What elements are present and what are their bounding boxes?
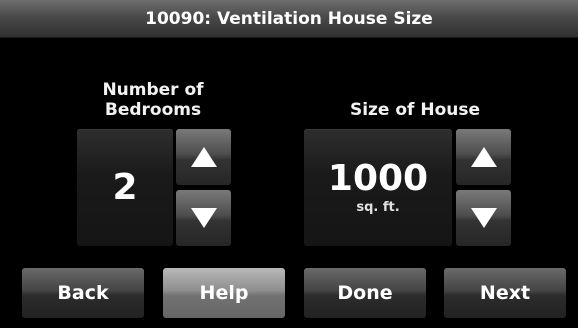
house-size-label-text: Size of House [349, 100, 481, 120]
arrow-down-icon [190, 208, 217, 228]
done-button-label: Done [337, 282, 393, 304]
page-title: 10090: Ventilation House Size [145, 8, 433, 29]
house-size-unit: sq. ft. [356, 200, 400, 215]
bedrooms-up-button[interactable] [176, 129, 231, 185]
house-size-value: 1000 [327, 158, 429, 199]
next-button-label: Next [479, 282, 531, 304]
next-button[interactable]: Next [444, 268, 566, 318]
bedrooms-value: 2 [112, 166, 138, 208]
arrow-down-icon [470, 208, 497, 228]
bedrooms-down-button[interactable] [176, 190, 231, 246]
title-bar: 10090: Ventilation House Size [0, 0, 578, 38]
help-button-label: Help [199, 282, 249, 304]
arrow-up-icon [470, 147, 497, 167]
house-size-up-button[interactable] [456, 129, 511, 185]
house-size-value-display: 1000 sq. ft. [304, 129, 452, 246]
bedrooms-label-line2: Bedrooms [104, 100, 202, 120]
arrow-up-icon [190, 147, 217, 167]
bedrooms-value-display: 2 [77, 129, 173, 246]
help-button[interactable]: Help [163, 268, 285, 318]
house-size-label: Size of House [315, 100, 515, 120]
bedrooms-label: Number of Bedrooms [78, 80, 228, 120]
house-size-down-button[interactable] [456, 190, 511, 246]
bedrooms-label-line1: Number of [102, 80, 204, 100]
done-button[interactable]: Done [304, 268, 426, 318]
back-button[interactable]: Back [22, 268, 144, 318]
back-button-label: Back [57, 282, 109, 304]
